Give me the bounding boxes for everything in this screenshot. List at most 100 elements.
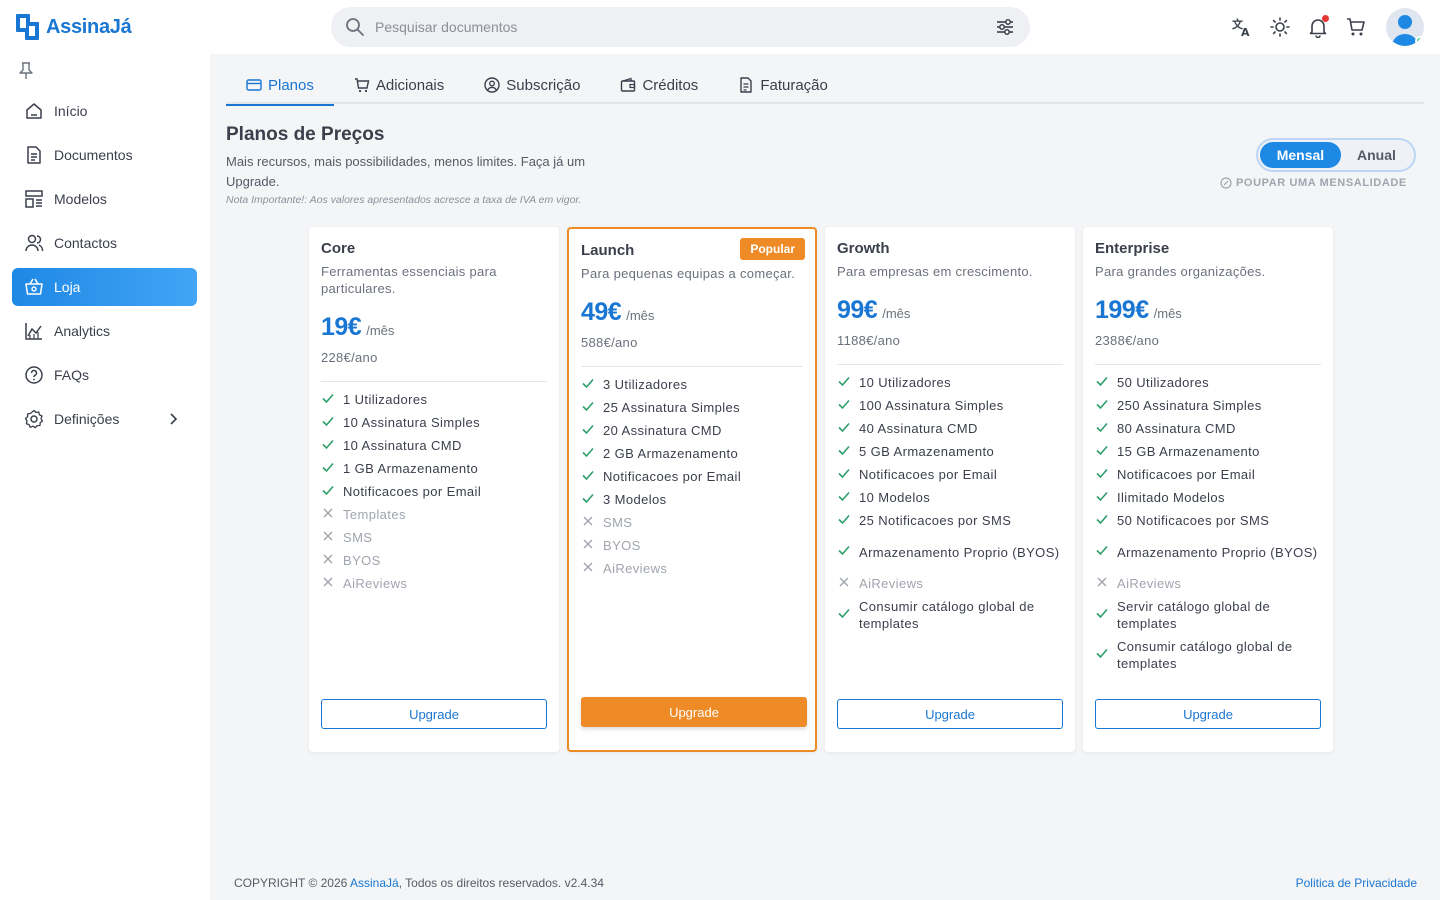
feature-item: 2 GB Armazenamento bbox=[581, 442, 803, 465]
feature-text: 25 Assinatura Simples bbox=[603, 400, 741, 415]
sidebar-item-label: FAQs bbox=[54, 367, 90, 383]
feature-text: Servir catálogo global de templates bbox=[1117, 599, 1271, 631]
feature-text: 5 GB Armazenamento bbox=[859, 444, 995, 459]
plan-card-growth: Growth Para empresas em crescimento. 99€ /m… bbox=[825, 227, 1075, 752]
feature-text: AiReviews bbox=[859, 576, 924, 591]
feature-item: 10 Assinatura CMD bbox=[321, 434, 547, 457]
sidebar-item-label: Documentos bbox=[54, 147, 133, 163]
check-icon bbox=[321, 437, 335, 455]
feature-text: 2 GB Armazenamento bbox=[603, 446, 739, 461]
billing-yearly-button[interactable]: Anual bbox=[1341, 142, 1412, 168]
divider bbox=[1095, 364, 1321, 365]
check-icon bbox=[837, 374, 851, 392]
check-icon bbox=[581, 376, 595, 394]
cross-icon bbox=[581, 560, 595, 578]
sidebar-item-contactos[interactable]: Contactos bbox=[12, 224, 197, 262]
feature-text: BYOS bbox=[603, 538, 641, 553]
notifications-bell-icon[interactable] bbox=[1306, 15, 1330, 39]
help-icon bbox=[24, 365, 44, 385]
search-bar[interactable] bbox=[331, 7, 1030, 47]
cross-icon bbox=[321, 575, 335, 593]
home-icon bbox=[24, 101, 44, 121]
check-icon bbox=[581, 399, 595, 417]
price-period: /mês bbox=[1153, 306, 1182, 321]
plan-card-enterprise: Enterprise Para grandes organizações. 199€… bbox=[1083, 227, 1333, 752]
upgrade-button[interactable]: Upgrade bbox=[1095, 699, 1321, 729]
sidebar-item-faqs[interactable]: FAQs bbox=[12, 356, 197, 394]
price-row: 19€ /mês bbox=[321, 313, 547, 342]
plan-name: Core bbox=[321, 240, 356, 257]
feature-text: Notificacoes por Email bbox=[603, 469, 742, 484]
plan-description: Para empresas em crescimento. bbox=[837, 264, 1033, 279]
feature-item: 100 Assinatura Simples bbox=[837, 394, 1063, 417]
feature-text: 10 Assinatura CMD bbox=[343, 438, 462, 453]
cross-icon bbox=[837, 575, 851, 593]
divider bbox=[581, 366, 803, 367]
sidebar-item-inicio[interactable]: Início bbox=[12, 92, 197, 130]
sidebar-item-loja[interactable]: Loja bbox=[12, 268, 197, 306]
upgrade-button[interactable]: Upgrade bbox=[581, 697, 807, 727]
feature-item: Notificacoes por Email bbox=[837, 463, 1063, 486]
sidebar-item-label: Início bbox=[54, 103, 88, 119]
tab-adicionais[interactable]: Adicionais bbox=[334, 66, 464, 104]
sidebar-item-analytics[interactable]: Analytics bbox=[12, 312, 197, 350]
pin-sidebar-icon[interactable] bbox=[18, 62, 34, 80]
check-icon bbox=[1095, 420, 1109, 438]
plan-name: Enterprise bbox=[1095, 240, 1170, 257]
filter-sliders-icon[interactable] bbox=[994, 16, 1016, 38]
feature-text: Consumir catálogo global de templates bbox=[1117, 639, 1293, 671]
tab-creditos[interactable]: Créditos bbox=[600, 66, 718, 104]
check-icon bbox=[321, 391, 335, 409]
app-logo[interactable]: AssinaJá bbox=[16, 12, 132, 42]
check-icon bbox=[837, 606, 851, 624]
feature-item: AiReviews bbox=[837, 572, 1063, 595]
plan-price: 199€ bbox=[1095, 296, 1149, 324]
feature-item: Armazenamento Proprio (BYOS) bbox=[837, 532, 1063, 572]
feature-text: BYOS bbox=[343, 553, 381, 568]
wallet-icon bbox=[621, 77, 636, 92]
search-input[interactable] bbox=[375, 19, 994, 35]
tab-label: Faturação bbox=[760, 76, 828, 94]
cross-icon bbox=[321, 552, 335, 570]
feature-text: 40 Assinatura CMD bbox=[859, 421, 978, 436]
tab-faturacao[interactable]: Faturação bbox=[718, 66, 848, 104]
sidebar-item-modelos[interactable]: Modelos bbox=[12, 180, 197, 218]
footer-brand-link[interactable]: AssinaJá bbox=[350, 876, 399, 890]
sidebar-item-documentos[interactable]: Documentos bbox=[12, 136, 197, 174]
feature-item: Servir catálogo global de templates bbox=[1095, 595, 1321, 635]
header-actions: 文 A bbox=[1230, 8, 1424, 46]
feature-list: 50 Utilizadores 250 Assinatura Simples 80 … bbox=[1095, 371, 1321, 675]
feature-text: 100 Assinatura Simples bbox=[859, 398, 1004, 413]
online-status-dot bbox=[1415, 36, 1424, 46]
feature-item: Notificacoes por Email bbox=[1095, 463, 1321, 486]
billing-monthly-button[interactable]: Mensal bbox=[1260, 142, 1341, 168]
theme-sun-icon[interactable] bbox=[1268, 15, 1292, 39]
tab-subscricao[interactable]: Subscrição bbox=[464, 66, 600, 104]
translate-icon[interactable]: 文 A bbox=[1230, 15, 1254, 39]
feature-text: SMS bbox=[343, 530, 373, 545]
feature-item: 5 GB Armazenamento bbox=[837, 440, 1063, 463]
feature-text: 50 Notificacoes por SMS bbox=[1117, 513, 1270, 528]
upgrade-button[interactable]: Upgrade bbox=[837, 699, 1063, 729]
sidebar-item-definicoes[interactable]: Definições bbox=[12, 400, 197, 438]
app-name: AssinaJá bbox=[46, 15, 132, 38]
check-icon bbox=[1095, 606, 1109, 624]
price-period: /mês bbox=[366, 323, 395, 338]
yearly-price: 1188€/ano bbox=[837, 333, 901, 348]
feature-text: 1 Utilizadores bbox=[343, 392, 428, 407]
check-icon bbox=[1095, 374, 1109, 392]
copyright-suffix: , Todos os direitos reservados. v2.4.34 bbox=[398, 876, 604, 890]
user-avatar[interactable] bbox=[1386, 8, 1424, 46]
feature-item: SMS bbox=[321, 526, 547, 549]
feature-text: 10 Assinatura Simples bbox=[343, 415, 481, 430]
feature-text: 250 Assinatura Simples bbox=[1117, 398, 1262, 413]
check-icon bbox=[837, 443, 851, 461]
privacy-policy-link[interactable]: Politica de Privacidade bbox=[1296, 876, 1417, 890]
cross-icon bbox=[1095, 575, 1109, 593]
tab-planos[interactable]: Planos bbox=[226, 66, 334, 106]
check-icon bbox=[837, 397, 851, 415]
divider bbox=[837, 364, 1063, 365]
cart-icon[interactable] bbox=[1344, 15, 1368, 39]
upgrade-button[interactable]: Upgrade bbox=[321, 699, 547, 729]
feature-item: AiReviews bbox=[1095, 572, 1321, 595]
